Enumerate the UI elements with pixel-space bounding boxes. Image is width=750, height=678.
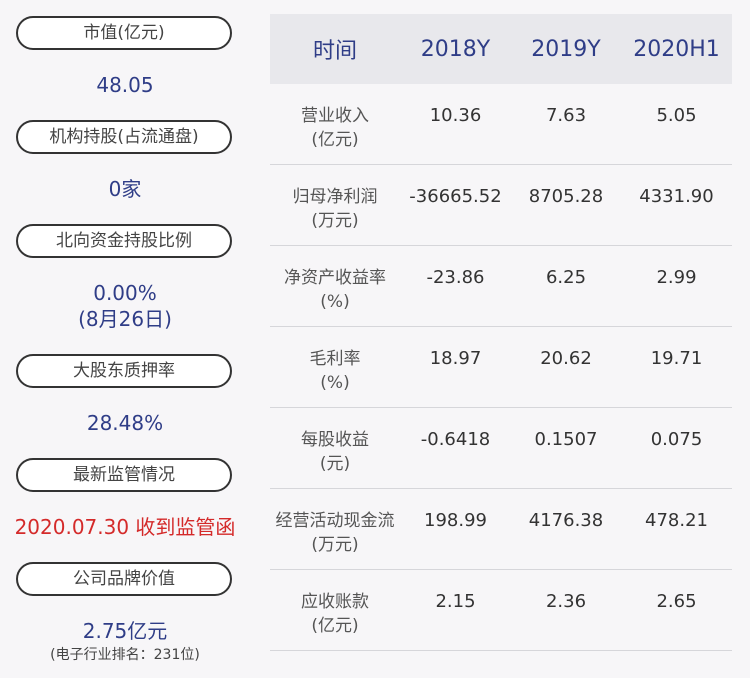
- table-cell: 198.99: [424, 510, 487, 531]
- row-label: 应收账款 (亿元): [270, 570, 400, 638]
- northbound-ratio-value: 0.00%: [93, 281, 157, 305]
- table-cell: 5.05: [656, 105, 697, 126]
- brand-value-rank: (电子行业排名：231位): [50, 647, 200, 663]
- row-label: 毛利率 (%): [270, 327, 400, 395]
- row-label-unit: (万元): [311, 535, 359, 555]
- table-row-net-profit: 归母净利润 (万元) -36665.52 8705.28 4331.90: [270, 165, 732, 246]
- northbound-ratio-label: 北向资金持股比例: [16, 224, 232, 258]
- pledge-ratio-label: 大股东质押率: [16, 354, 232, 388]
- table-cell: 18.97: [429, 348, 482, 369]
- row-label-unit: (万元): [311, 211, 359, 231]
- key-metrics-panel: 市值(亿元) 48.05 机构持股(占流通盘) 0家 北向资金持股比例 0.00…: [0, 0, 250, 678]
- row-label-text: 归母净利润: [292, 187, 378, 207]
- table-cell: 20.62: [540, 348, 592, 369]
- regulation-status-value: 2020.07.30 收到监管函: [14, 515, 236, 539]
- table-row-revenue: 营业收入 (亿元) 10.36 7.63 5.05: [270, 84, 732, 165]
- row-label-unit: (%): [320, 373, 350, 393]
- institution-holding-label: 机构持股(占流通盘): [16, 120, 232, 154]
- pledge-ratio-value: 28.48%: [86, 411, 164, 435]
- institution-holding-value: 0家: [108, 177, 142, 201]
- table-cell: 478.21: [645, 510, 708, 531]
- row-label-unit: (亿元): [311, 130, 359, 150]
- table-cell: -0.6418: [420, 429, 491, 450]
- row-label-unit: (亿元): [311, 616, 359, 636]
- row-label-unit: (元): [319, 454, 351, 474]
- row-label-text: 每股收益: [301, 430, 369, 450]
- header-2020h1: 2020H1: [633, 36, 720, 62]
- table-cell: 4331.90: [639, 186, 714, 207]
- table-cell: 6.25: [545, 267, 587, 288]
- financial-table: 时间 2018Y 2019Y 2020H1 营业收入 (亿元) 10.36 7.…: [270, 14, 732, 651]
- northbound-ratio-date: (8月26日): [78, 307, 172, 331]
- table-cell: 10.36: [429, 105, 482, 126]
- table-cell: 8705.28: [528, 186, 604, 207]
- table-cell: 0.1507: [534, 429, 598, 450]
- stock-summary-page: 市值(亿元) 48.05 机构持股(占流通盘) 0家 北向资金持股比例 0.00…: [0, 0, 750, 678]
- table-cell: 0.075: [650, 429, 703, 450]
- table-row-eps: 每股收益 (元) -0.6418 0.1507 0.075: [270, 408, 732, 489]
- row-label-text: 净资产收益率: [284, 268, 386, 288]
- row-label: 净资产收益率 (%): [270, 246, 400, 314]
- table-cell: 4176.38: [528, 510, 604, 531]
- table-row-gross-margin: 毛利率 (%) 18.97 20.62 19.71: [270, 327, 732, 408]
- table-row-receivables: 应收账款 (亿元) 2.15 2.36 2.65: [270, 570, 732, 651]
- row-label-text: 应收账款: [301, 592, 369, 612]
- table-cell: 2.36: [545, 591, 587, 612]
- table-row-operating-cashflow: 经营活动现金流 (万元) 198.99 4176.38 478.21: [270, 489, 732, 570]
- table-cell: 2.99: [656, 267, 697, 288]
- table-cell: -23.86: [426, 267, 485, 288]
- row-label: 经营活动现金流 (万元): [270, 489, 400, 557]
- row-label-unit: (%): [320, 292, 350, 312]
- regulation-status-label: 最新监管情况: [16, 458, 232, 492]
- header-2019: 2019Y: [531, 36, 601, 62]
- row-label-text: 毛利率: [309, 349, 361, 369]
- row-label: 归母净利润 (万元): [270, 165, 400, 233]
- table-cell: -36665.52: [409, 186, 502, 207]
- brand-value-value: 2.75亿元: [82, 619, 168, 643]
- row-label: 每股收益 (元): [270, 408, 400, 476]
- table-cell: 19.71: [650, 348, 703, 369]
- header-period: 时间: [312, 39, 357, 64]
- row-label: 营业收入 (亿元): [270, 84, 400, 152]
- row-label-text: 营业收入: [301, 106, 369, 126]
- table-cell: 2.15: [435, 591, 476, 612]
- row-label-text: 经营活动现金流: [275, 511, 395, 531]
- market-cap-value: 48.05: [96, 73, 154, 97]
- table-row-roe: 净资产收益率 (%) -23.86 6.25 2.99: [270, 246, 732, 327]
- brand-value-label: 公司品牌价值: [16, 562, 232, 596]
- header-2018: 2018Y: [420, 36, 491, 62]
- table-cell: 7.63: [545, 105, 587, 126]
- table-header: 时间 2018Y 2019Y 2020H1: [270, 14, 732, 84]
- market-cap-label: 市值(亿元): [16, 16, 232, 50]
- table-cell: 2.65: [656, 591, 697, 612]
